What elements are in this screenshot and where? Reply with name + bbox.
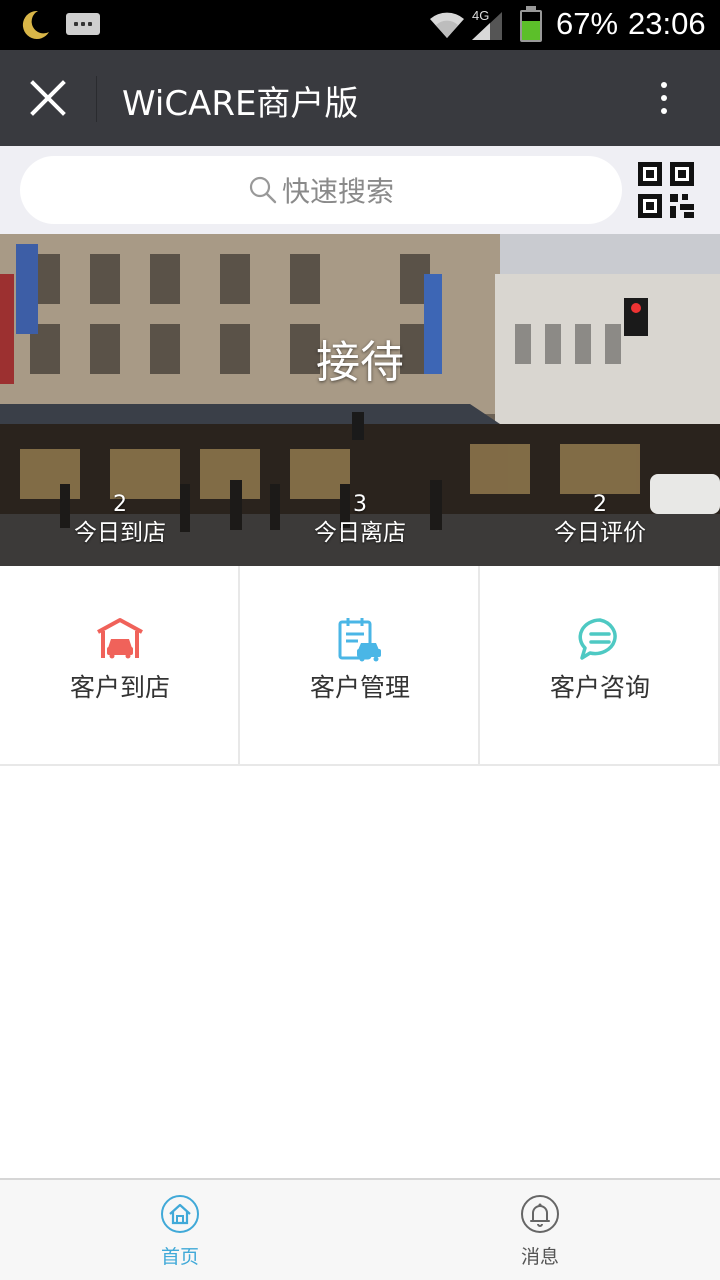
menu-label: 客户管理: [309, 673, 410, 702]
battery-percent: 67%: [556, 6, 619, 41]
stat-label: 今日评价: [554, 520, 646, 546]
chat-bubble-icon: [578, 618, 617, 660]
title-divider: [96, 76, 97, 122]
menu-customer-management[interactable]: 客户管理: [240, 566, 480, 764]
tab-home[interactable]: 首页: [0, 1180, 360, 1280]
stat-today-arrivals[interactable]: 2 今日到店: [0, 492, 240, 548]
bell-icon: [521, 1195, 559, 1233]
title-bar: WiCARE商户版: [0, 50, 720, 146]
garage-car-icon: [97, 618, 143, 659]
wifi-icon: [430, 12, 464, 38]
search-placeholder: 快速搜索: [281, 175, 394, 208]
search-icon: [249, 176, 277, 204]
clipboard-car-icon: [338, 618, 381, 662]
stat-value: 2: [113, 492, 127, 517]
tab-label: 首页: [160, 1246, 199, 1268]
menu-label: 客户到店: [69, 673, 170, 702]
search-area: 快速搜索: [0, 146, 720, 234]
qr-code-icon[interactable]: [638, 162, 694, 218]
more-vertical-icon[interactable]: [648, 74, 680, 122]
tab-label: 消息: [520, 1246, 559, 1268]
clock-time: 23:06: [628, 6, 706, 41]
stat-label: 今日到店: [74, 520, 166, 546]
search-input[interactable]: 快速搜索: [20, 156, 622, 224]
menu-label: 客户咨询: [549, 673, 650, 702]
stat-label: 今日离店: [314, 520, 406, 546]
function-grid: 客户到店 客户管理 客户咨询: [0, 566, 720, 766]
network-type: 4G: [472, 8, 490, 23]
moon-icon: [22, 10, 49, 39]
status-bar: 4G 67% 23:06: [0, 0, 720, 50]
stat-today-departures[interactable]: 3 今日离店: [240, 492, 480, 548]
message-icon: [66, 13, 100, 35]
stat-value: 2: [593, 492, 607, 517]
bottom-tab-bar: 首页 消息: [0, 1178, 720, 1280]
stat-value: 3: [353, 492, 367, 517]
close-icon[interactable]: [24, 74, 72, 122]
tab-messages[interactable]: 消息: [360, 1180, 720, 1280]
page-title: WiCARE商户版: [122, 84, 359, 124]
menu-customer-consultation[interactable]: 客户咨询: [480, 566, 720, 764]
reception-banner[interactable]: 接待 2 今日到店 3 今日离店 2 今日评价: [0, 234, 720, 566]
home-icon: [161, 1195, 199, 1233]
stat-today-reviews[interactable]: 2 今日评价: [480, 492, 720, 548]
battery-icon: [520, 6, 542, 42]
menu-customer-arrival[interactable]: 客户到店: [0, 566, 240, 764]
banner-title: 接待: [316, 337, 404, 388]
